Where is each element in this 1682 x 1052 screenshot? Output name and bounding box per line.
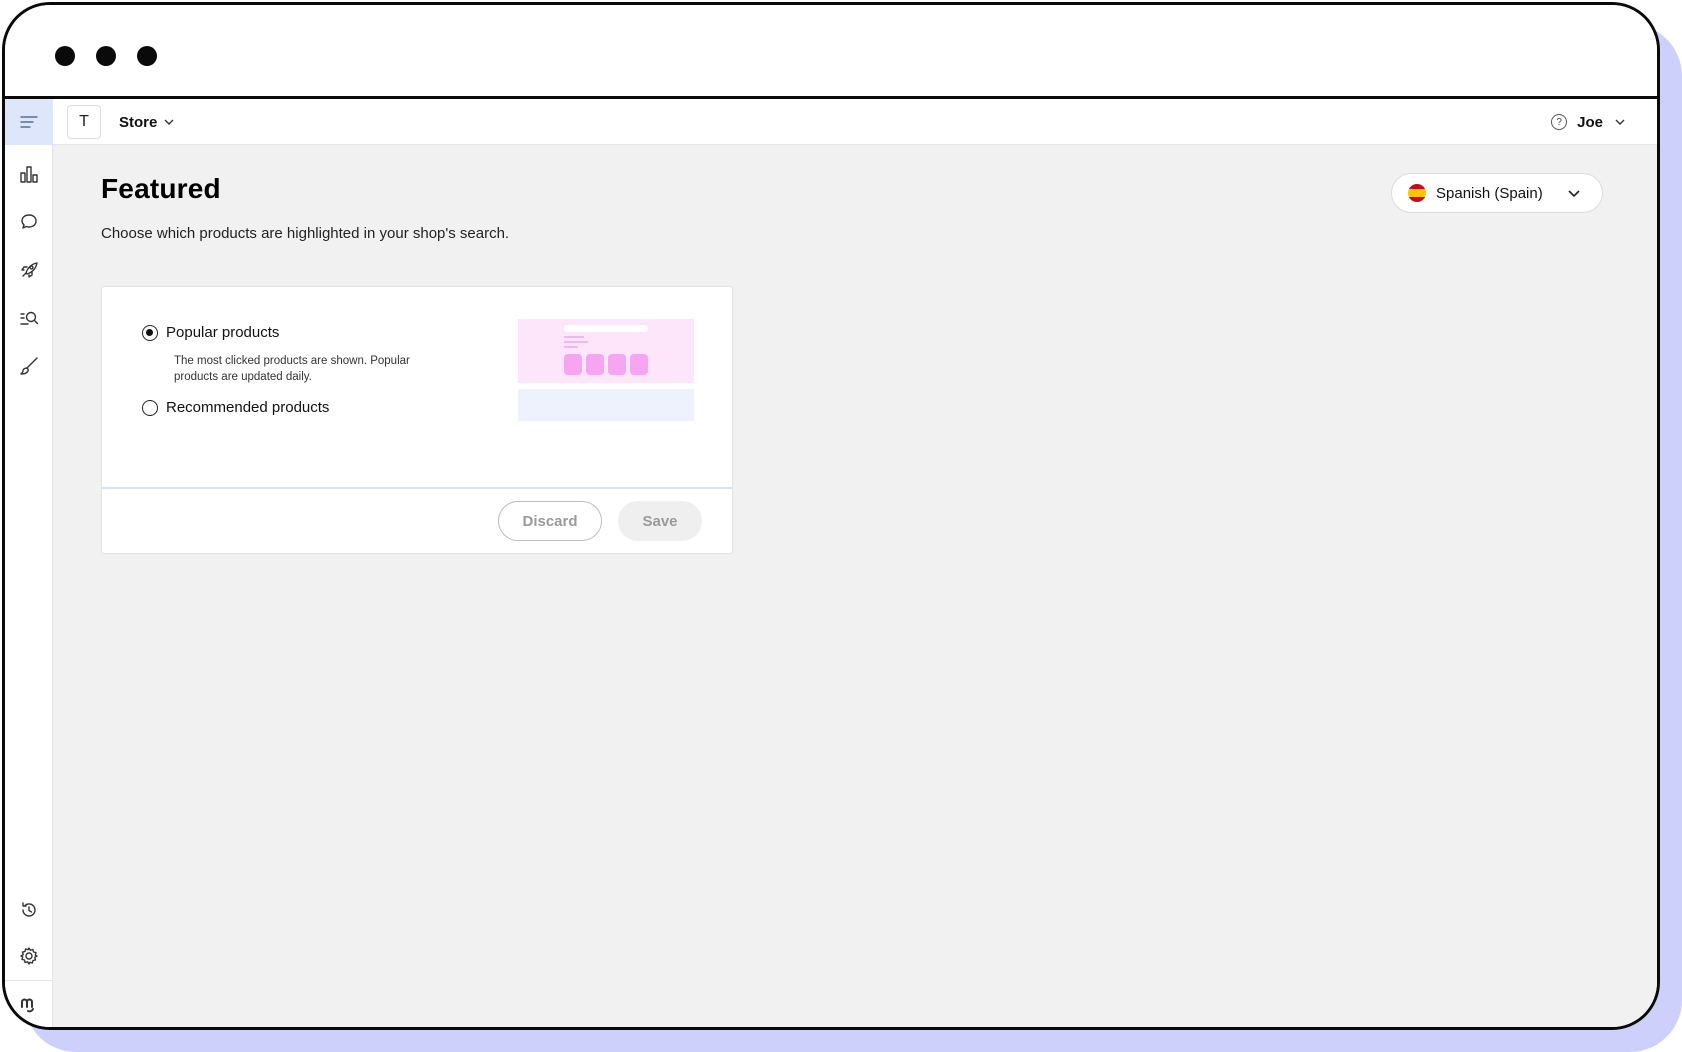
preview-search-bar <box>564 325 648 332</box>
rocket-icon <box>21 262 38 278</box>
top-bar: T Store ? Joe <box>53 99 1657 145</box>
history-icon <box>22 902 36 917</box>
preview-text-line <box>564 341 588 343</box>
save-button[interactable]: Save <box>618 501 702 541</box>
discard-button[interactable]: Discard <box>498 501 602 541</box>
window-close-dot[interactable] <box>55 46 75 66</box>
sidebar-item-search-insights[interactable] <box>5 295 53 341</box>
featured-settings-card: Popular products The most clicked produc… <box>101 286 733 554</box>
window-maximize-dot[interactable] <box>137 46 157 66</box>
preview-results-panel <box>518 319 694 383</box>
sidebar-item-boost[interactable] <box>5 247 53 293</box>
settings-icon <box>20 947 38 965</box>
radio-popular-products[interactable] <box>142 324 158 341</box>
search-preview-illustration <box>518 319 694 423</box>
main-content: Featured Choose which products are highl… <box>53 145 1657 1027</box>
preview-product-tile <box>564 354 582 375</box>
brush-icon <box>20 357 38 375</box>
user-name: Joe <box>1577 113 1603 131</box>
chat-icon <box>21 214 37 229</box>
option-label: Recommended products <box>166 399 330 416</box>
preview-product-tile <box>608 354 626 375</box>
brand-logo-icon <box>21 998 34 1013</box>
option-popular-products[interactable]: Popular products <box>142 324 279 341</box>
store-avatar[interactable]: T <box>67 105 101 139</box>
chevron-down-icon <box>164 119 174 125</box>
browser-window: T Store ? Joe Featured Choose which prod… <box>2 2 1660 1030</box>
page-subtitle: Choose which products are highlighted in… <box>101 225 510 242</box>
preview-product-tile <box>586 354 604 375</box>
search-list-icon <box>20 311 39 325</box>
sidebar-item-history[interactable] <box>5 887 53 933</box>
menu-icon <box>20 116 38 128</box>
preview-text-line <box>564 346 578 348</box>
preview-page-area <box>518 389 694 421</box>
language-selector-value: Spanish (Spain) <box>1436 184 1543 202</box>
preview-product-tile <box>630 354 648 375</box>
store-selector-label: Store <box>119 113 158 131</box>
preview-text-line <box>564 336 584 338</box>
user-menu[interactable]: ? Joe <box>1551 99 1627 145</box>
store-selector[interactable]: Store <box>119 99 176 145</box>
language-selector[interactable]: Spanish (Spain) <box>1391 173 1603 213</box>
app-shell: T Store ? Joe Featured Choose which prod… <box>5 99 1657 1027</box>
option-label: Popular products <box>166 324 280 341</box>
sidebar-item-settings[interactable] <box>5 933 53 979</box>
option-description: The most clicked products are shown. Pop… <box>174 355 410 383</box>
sidebar-menu-button[interactable] <box>5 99 53 145</box>
option-recommended-products[interactable]: Recommended products <box>142 399 329 416</box>
radio-recommended-products[interactable] <box>142 399 158 416</box>
window-minimize-dot[interactable] <box>96 46 116 66</box>
window-titlebar <box>5 5 1657 99</box>
page-title: Featured <box>101 173 221 204</box>
sidebar-brand-logo[interactable] <box>5 981 53 1027</box>
sidebar <box>5 99 53 1027</box>
sidebar-item-chat[interactable] <box>5 199 53 245</box>
card-footer: Discard Save <box>102 487 732 553</box>
help-icon[interactable]: ? <box>1551 114 1568 130</box>
chevron-down-icon <box>1568 190 1580 198</box>
chevron-down-icon <box>1615 119 1625 125</box>
analytics-icon <box>20 166 38 183</box>
sidebar-item-analytics[interactable] <box>5 151 53 197</box>
sidebar-item-design[interactable] <box>5 343 53 389</box>
spain-flag-icon <box>1408 184 1426 202</box>
